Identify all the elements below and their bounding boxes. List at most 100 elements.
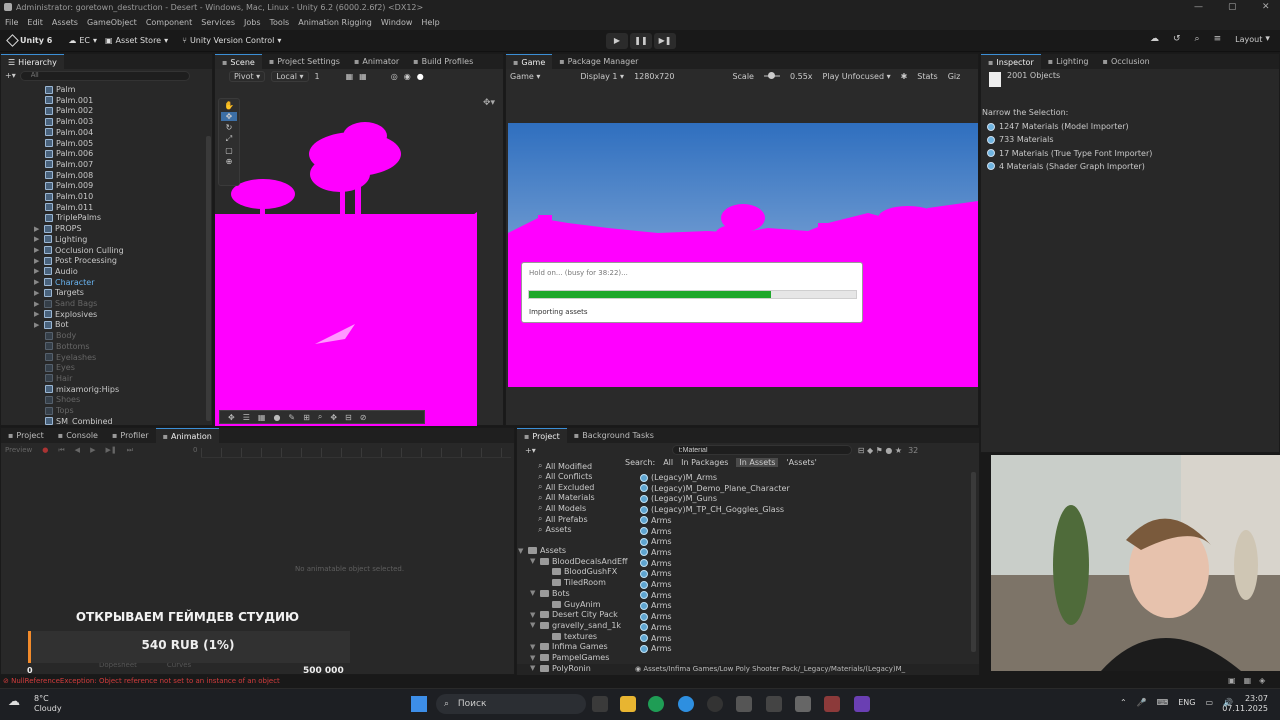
- weather-widget[interactable]: ☁ 8°C Cloudy: [8, 694, 62, 714]
- narrow-selection-item[interactable]: 1247 Materials (Model Importer): [987, 122, 1129, 131]
- tool-icon-6[interactable]: ⊞: [303, 413, 310, 422]
- tool-icon-7[interactable]: ⌕: [318, 412, 322, 422]
- last-key-icon[interactable]: ⏭: [127, 446, 133, 455]
- hierarchy-item[interactable]: ▶ PROPS: [34, 224, 82, 233]
- tool-icon-2[interactable]: ☰: [243, 413, 250, 422]
- material-result[interactable]: (Legacy)M_Guns: [640, 494, 717, 503]
- bottom-tab-3[interactable]: ▪ Animation: [155, 428, 219, 443]
- cloud-services-icon[interactable]: ☁: [1150, 34, 1159, 44]
- hierarchy-item[interactable]: mixamorig:Hips: [45, 385, 119, 394]
- material-result[interactable]: Arms: [640, 559, 672, 568]
- unity-hub-icon[interactable]: [736, 696, 752, 712]
- game-tab-1[interactable]: ▪ Package Manager: [552, 54, 645, 69]
- hierarchy-item[interactable]: ▶ Audio: [34, 267, 78, 276]
- bottom-tab-2[interactable]: ▪ Profiler: [105, 428, 156, 443]
- menu-item-edit[interactable]: Edit: [27, 18, 43, 27]
- expand-arrow-icon[interactable]: ▼: [530, 611, 537, 619]
- scene-tab-2[interactable]: ▪ Animator: [347, 54, 406, 69]
- scale-slider[interactable]: [763, 72, 780, 79]
- expand-arrow-icon[interactable]: ▼: [530, 664, 537, 672]
- hierarchy-item[interactable]: ▶ Bot: [34, 320, 69, 329]
- folder-item[interactable]: BloodGushFX: [542, 567, 617, 576]
- first-key-icon[interactable]: ⏮: [58, 446, 64, 455]
- visual-studio-icon[interactable]: [854, 696, 870, 712]
- hierarchy-item[interactable]: Eyes: [45, 363, 75, 372]
- expand-arrow-icon[interactable]: ▼: [530, 654, 537, 662]
- hierarchy-item[interactable]: ▶ Targets: [34, 288, 84, 297]
- tool-icon-8[interactable]: ✥: [330, 413, 337, 422]
- narrow-selection-item[interactable]: 4 Materials (Shader Graph Importer): [987, 162, 1145, 171]
- expand-arrow-icon[interactable]: ▶: [34, 278, 41, 286]
- project-tab-1[interactable]: ▪ Background Tasks: [567, 428, 661, 443]
- unity-brand[interactable]: Unity 6: [6, 34, 52, 47]
- tool-icon-10[interactable]: ⊘: [360, 413, 367, 422]
- record-icon[interactable]: ●: [42, 446, 48, 454]
- material-result[interactable]: Arms: [640, 569, 672, 578]
- hierarchy-item[interactable]: Palm.009: [45, 181, 93, 190]
- hierarchy-item[interactable]: Palm.003: [45, 117, 93, 126]
- status-icon-1[interactable]: ▣: [1228, 676, 1236, 685]
- close-button[interactable]: ✕: [1262, 0, 1270, 15]
- material-result[interactable]: Arms: [640, 548, 672, 557]
- scene-tab-3[interactable]: ▪ Build Profiles: [406, 54, 480, 69]
- favorite-item[interactable]: ⌕ All Prefabs: [538, 514, 588, 524]
- hierarchy-item[interactable]: Palm.002: [45, 106, 93, 115]
- hierarchy-item[interactable]: Palm.006: [45, 149, 93, 158]
- expand-arrow-icon[interactable]: ▶: [34, 289, 41, 297]
- mute-icon[interactable]: ✱: [901, 72, 908, 81]
- hierarchy-item[interactable]: Palm.008: [45, 171, 93, 180]
- file-explorer-icon[interactable]: [620, 696, 636, 712]
- tool-icon-9[interactable]: ⊟: [345, 413, 352, 422]
- expand-arrow-icon[interactable]: ▼: [530, 643, 537, 651]
- folder-item[interactable]: ▼ gravelly_sand_1k: [530, 621, 621, 630]
- favorite-item[interactable]: ⌕ All Materials: [538, 493, 595, 503]
- clock[interactable]: 23:07 07.11.2025: [1218, 694, 1268, 714]
- material-result[interactable]: Arms: [640, 516, 672, 525]
- scope-all[interactable]: All: [663, 458, 673, 467]
- hierarchy-item[interactable]: Palm.004: [45, 128, 93, 137]
- network-icon[interactable]: ▭: [1205, 698, 1213, 707]
- expand-arrow-icon[interactable]: ▶: [34, 310, 41, 318]
- hierarchy-item[interactable]: Palm.005: [45, 139, 93, 148]
- hierarchy-item[interactable]: Palm.010: [45, 192, 93, 201]
- archive-icon[interactable]: [824, 696, 840, 712]
- folder-item[interactable]: ▼ PolyRonin: [530, 664, 591, 673]
- hierarchy-item[interactable]: ▶ Lighting: [34, 235, 87, 244]
- expand-arrow-icon[interactable]: ▶: [34, 235, 41, 243]
- hierarchy-scrollbar[interactable]: [206, 136, 211, 421]
- step-button[interactable]: ▶❚: [654, 33, 676, 49]
- game-view-dropdown[interactable]: Game ▾: [510, 72, 540, 81]
- material-result[interactable]: Arms: [640, 527, 672, 536]
- narrow-selection-item[interactable]: 733 Materials: [987, 135, 1053, 144]
- material-result[interactable]: Arms: [640, 644, 672, 653]
- inspector-tab-1[interactable]: ▪ Lighting: [1041, 54, 1096, 69]
- history-icon[interactable]: ↺: [1173, 34, 1181, 44]
- console-status-bar[interactable]: ⊘ NullReferenceException: Object referen…: [0, 676, 990, 687]
- status-icon-3[interactable]: ◈: [1259, 676, 1265, 685]
- material-result[interactable]: Arms: [640, 591, 672, 600]
- project-tab-0[interactable]: ▪ Project: [517, 428, 567, 443]
- material-result[interactable]: (Legacy)M_Arms: [640, 473, 717, 482]
- tool-icon-1[interactable]: ✥: [228, 413, 235, 422]
- app-icon[interactable]: [795, 696, 811, 712]
- hierarchy-item[interactable]: ▶ Character: [34, 278, 95, 287]
- inspector-tab-2[interactable]: ▪ Occlusion: [1096, 54, 1157, 69]
- folder-item[interactable]: textures: [542, 632, 597, 641]
- material-result[interactable]: Arms: [640, 601, 672, 610]
- rect-tool-icon[interactable]: ▢: [225, 146, 233, 155]
- scope-assets-folder[interactable]: 'Assets': [786, 458, 816, 467]
- version-control-button[interactable]: ⑂ Unity Version Control ▾: [182, 36, 281, 45]
- material-result[interactable]: Arms: [640, 580, 672, 589]
- stats-toggle[interactable]: Stats: [917, 72, 937, 81]
- folder-item[interactable]: ▼ Assets: [518, 546, 566, 555]
- favorite-item[interactable]: ⌕ Assets: [538, 525, 572, 535]
- mic-icon[interactable]: 🎤: [1137, 698, 1147, 707]
- folder-item[interactable]: GuyAnim: [542, 600, 601, 609]
- hierarchy-item[interactable]: ▶ Sand Bags: [34, 299, 97, 308]
- folder-item[interactable]: ▼ Bots: [530, 589, 570, 598]
- asset-store-button[interactable]: ▣ Asset Store ▾: [105, 36, 168, 45]
- layers-icon[interactable]: ≡: [1214, 34, 1222, 44]
- create-button[interactable]: +▾: [525, 446, 536, 455]
- language-indicator[interactable]: ENG: [1178, 698, 1195, 707]
- grid-snap-value[interactable]: 1: [315, 72, 320, 81]
